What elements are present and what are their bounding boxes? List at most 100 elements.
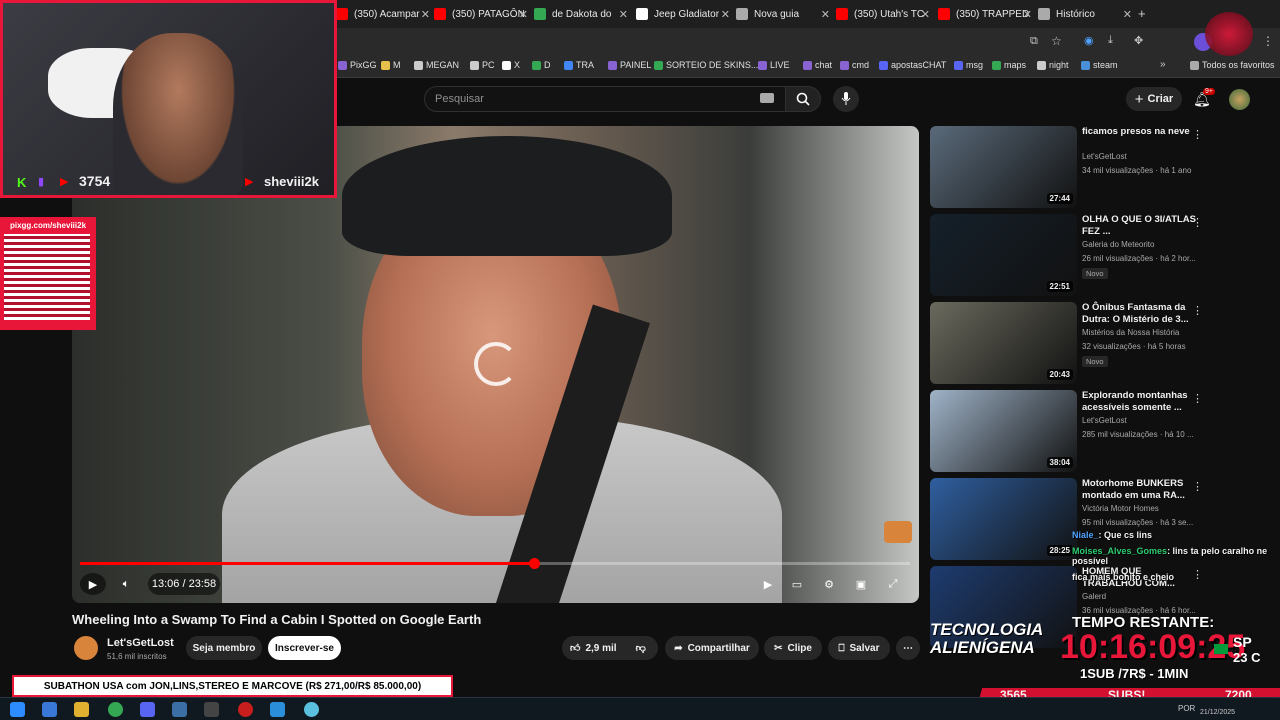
bookmark-item[interactable]: PC <box>470 60 495 70</box>
browser-tab[interactable]: (350) Acampar ✕ <box>336 3 430 25</box>
suggested-channel[interactable]: Let'sGetLost <box>1082 152 1127 161</box>
autoplay-toggle[interactable]: ▶ <box>760 573 776 595</box>
discord-icon[interactable] <box>140 702 155 717</box>
more-vertical-icon[interactable]: ⋮ <box>1192 216 1203 229</box>
keyboard-icon[interactable] <box>760 93 774 103</box>
browser-tab[interactable]: (350) PATAGÔN ✕ <box>434 3 528 25</box>
subscribe-button[interactable]: Inscrever-se <box>268 636 341 660</box>
bookmark-item[interactable]: chat <box>803 60 832 70</box>
scrubber-handle[interactable] <box>529 558 540 569</box>
all-bookmarks-link[interactable]: Todos os favoritos <box>1190 60 1275 70</box>
suggested-video-title[interactable]: ficamos presos na neve <box>1082 126 1197 138</box>
suggested-video-title[interactable]: O Ônibus Fantasma da Dutra: O Mistério d… <box>1082 302 1197 326</box>
browser-tab[interactable]: Histórico ✕ <box>1038 3 1132 25</box>
app-icon[interactable] <box>204 702 219 717</box>
windows-app-icon[interactable] <box>42 702 57 717</box>
progress-bar[interactable] <box>80 562 910 565</box>
language-indicator[interactable]: POR <box>1178 704 1195 713</box>
extensions-puzzle-icon[interactable]: ✥ <box>1134 34 1143 47</box>
fullscreen-button[interactable]: ⤢ <box>884 573 902 595</box>
bookmark-item[interactable]: M <box>381 60 401 70</box>
bookmark-item[interactable]: cmd <box>840 60 869 70</box>
suggested-video-title[interactable]: OLHA O QUE O 3I/ATLAS FEZ ... <box>1082 214 1197 238</box>
save-button[interactable]: ⎕ Salvar <box>828 636 890 660</box>
bookmark-item[interactable]: PixGG <box>338 60 377 70</box>
browser-tab[interactable]: Jeep Gladiator ✕ <box>636 3 730 25</box>
clock-date[interactable]: 21/12/2025 <box>1200 709 1235 716</box>
more-actions-button[interactable]: ⋯ <box>896 636 920 660</box>
video-thumbnail[interactable]: 28:25 <box>930 478 1077 560</box>
browser-tab[interactable]: (350) Utah's TC ✕ <box>836 3 930 25</box>
bookmark-item[interactable]: D <box>532 60 551 70</box>
more-vertical-icon[interactable]: ⋮ <box>1192 304 1203 317</box>
miniplayer-button[interactable]: ▣ <box>852 573 870 595</box>
video-thumbnail[interactable]: 38:04 <box>930 390 1077 472</box>
share-button[interactable]: ➦ Compartilhar <box>665 636 759 660</box>
suggested-video-title[interactable]: Motorhome BUNKERS montado em uma RA... <box>1082 478 1197 502</box>
more-vertical-icon[interactable]: ⋮ <box>1192 128 1203 141</box>
bookmark-item[interactable]: PAINEL <box>608 60 651 70</box>
new-tab-button[interactable]: + <box>1138 6 1146 21</box>
suggested-channel[interactable]: Galeria do Meteorito <box>1082 240 1154 249</box>
settings-button[interactable]: ⚙ <box>820 573 838 595</box>
chrome-icon[interactable] <box>108 702 123 717</box>
close-tab-icon[interactable]: ✕ <box>921 8 930 21</box>
play-button[interactable]: ▶ <box>80 573 106 595</box>
search-input[interactable]: Pesquisar <box>424 86 786 112</box>
account-avatar[interactable] <box>1229 89 1250 110</box>
close-tab-icon[interactable]: ✕ <box>1123 8 1132 21</box>
extension-icon[interactable]: ◉ <box>1084 34 1094 47</box>
bookmark-item[interactable]: night <box>1037 60 1069 70</box>
suggested-channel[interactable]: Victória Motor Homes <box>1082 504 1159 513</box>
close-tab-icon[interactable]: ✕ <box>721 8 730 21</box>
start-icon[interactable] <box>10 702 25 717</box>
join-button[interactable]: Seja membro <box>186 636 262 660</box>
bookmark-item[interactable]: maps <box>992 60 1026 70</box>
thumbs-down-icon[interactable]: 👎︎ <box>636 642 646 654</box>
channel-avatar[interactable] <box>74 636 98 660</box>
channel-name[interactable]: Let'sGetLost <box>107 637 174 649</box>
app-icon-2[interactable] <box>270 702 285 717</box>
clip-button[interactable]: ✂ Clipe <box>764 636 822 660</box>
translate-icon[interactable]: ⧉ <box>1030 35 1038 48</box>
suggested-video[interactable]: 38:04 Explorando montanhas acessíveis som… <box>930 390 1270 474</box>
create-button[interactable]: + Criar <box>1126 87 1182 111</box>
bookmark-item[interactable]: TRA <box>564 60 594 70</box>
app-icon-3[interactable] <box>304 702 319 717</box>
voice-search-button[interactable] <box>833 86 859 112</box>
more-bookmarks-icon[interactable]: » <box>1160 59 1166 70</box>
bookmark-item[interactable]: steam <box>1081 60 1118 70</box>
bookmark-item[interactable]: apostasCHAT <box>879 60 946 70</box>
file-explorer-icon[interactable] <box>74 702 89 717</box>
close-tab-icon[interactable]: ✕ <box>519 8 528 21</box>
chrome-menu-icon[interactable]: ⋮ <box>1262 34 1274 48</box>
suggested-channel[interactable]: Mistérios da Nossa História <box>1082 328 1179 337</box>
steam-icon[interactable] <box>172 702 187 717</box>
volume-button[interactable]: 🔈︎ <box>114 573 138 595</box>
video-thumbnail[interactable]: 20:43 <box>930 302 1077 384</box>
suggested-channel[interactable]: Let'sGetLost <box>1082 416 1127 425</box>
browser-tab[interactable]: de Dakota do ✕ <box>534 3 628 25</box>
bookmark-item[interactable]: LIVE <box>758 60 790 70</box>
download-icon[interactable]: ⤓ <box>1108 34 1113 47</box>
suggested-video[interactable]: 22:51 OLHA O QUE O 3I/ATLAS FEZ ... Galeri… <box>930 214 1270 298</box>
close-tab-icon[interactable]: ✕ <box>1023 8 1032 21</box>
browser-tab[interactable]: Nova guia ✕ <box>736 3 830 25</box>
video-thumbnail[interactable]: 27:44 <box>930 126 1077 208</box>
more-vertical-icon[interactable]: ⋮ <box>1192 392 1203 405</box>
close-tab-icon[interactable]: ✕ <box>619 8 628 21</box>
bookmark-star-icon[interactable]: ☆ <box>1051 34 1062 48</box>
video-thumbnail[interactable]: 22:51 <box>930 214 1077 296</box>
search-button[interactable] <box>785 86 821 112</box>
channel-watermark[interactable] <box>884 521 912 543</box>
close-tab-icon[interactable]: ✕ <box>821 8 830 21</box>
subtitles-button[interactable]: ▭ <box>788 573 806 595</box>
like-button[interactable]: 👍︎ 2,9 mil 👎︎ <box>562 636 658 660</box>
bookmark-item[interactable]: SORTEIO DE SKINS... <box>654 60 758 70</box>
suggested-video-title[interactable]: Explorando montanhas acessíveis somente … <box>1082 390 1197 414</box>
bookmark-item[interactable]: msg <box>954 60 983 70</box>
suggested-video[interactable]: 20:43 O Ônibus Fantasma da Dutra: O Misté… <box>930 302 1270 386</box>
close-tab-icon[interactable]: ✕ <box>421 8 430 21</box>
more-vertical-icon[interactable]: ⋮ <box>1192 480 1203 493</box>
bookmark-item[interactable]: X <box>502 60 520 70</box>
